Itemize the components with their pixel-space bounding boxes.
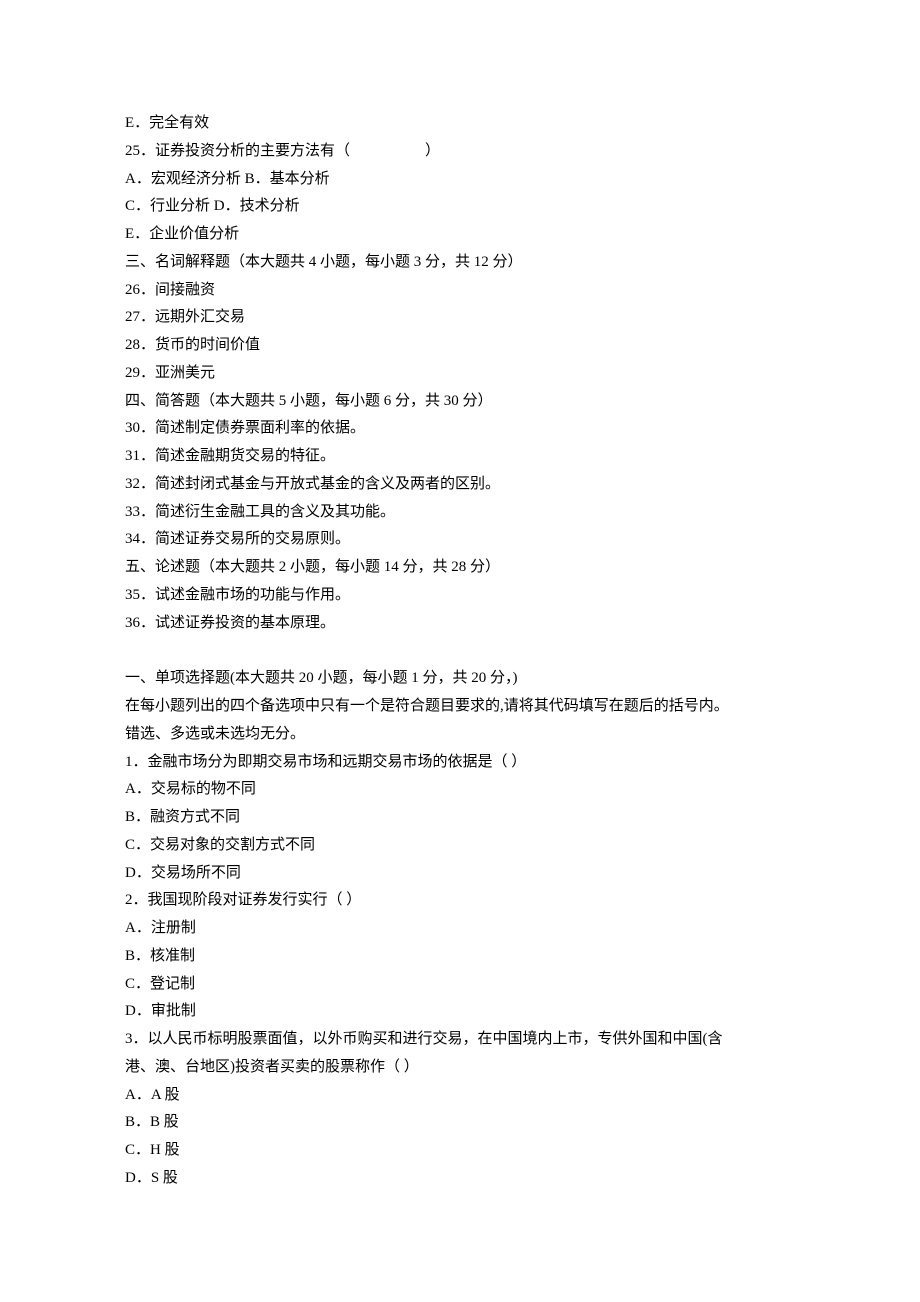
q2-option-a: A．注册制 (125, 915, 795, 943)
section-1-instructions-2: 错选、多选或未选均无分。 (125, 721, 795, 749)
section-4-header: 四、简答题（本大题共 5 小题，每小题 6 分，共 30 分） (125, 388, 795, 416)
q2-option-d: D．审批制 (125, 998, 795, 1026)
option-ab: A．宏观经济分析 B．基本分析 (125, 166, 795, 194)
q1-option-d: D．交易场所不同 (125, 860, 795, 888)
q1-option-a: A．交易标的物不同 (125, 776, 795, 804)
question-25: 25．证券投资分析的主要方法有（ ） (125, 138, 795, 166)
question-29: 29．亚洲美元 (125, 360, 795, 388)
section-3-header: 三、名词解释题（本大题共 4 小题，每小题 3 分，共 12 分） (125, 249, 795, 277)
question-36: 36．试述证券投资的基本原理。 (125, 610, 795, 638)
question-30: 30．简述制定债券票面利率的依据。 (125, 415, 795, 443)
question-32: 32．简述封闭式基金与开放式基金的含义及两者的区别。 (125, 471, 795, 499)
question-3-line1: 3．以人民币标明股票面值，以外币购买和进行交易，在中国境内上市，专供外国和中国(… (125, 1026, 795, 1054)
question-1: 1．金融市场分为即期交易市场和远期交易市场的依据是（ ） (125, 749, 795, 777)
question-33: 33．简述衍生金融工具的含义及其功能。 (125, 499, 795, 527)
q3-option-d: D．S 股 (125, 1165, 795, 1193)
question-34: 34．简述证券交易所的交易原则。 (125, 526, 795, 554)
q3-option-c: C．H 股 (125, 1137, 795, 1165)
question-27: 27．远期外汇交易 (125, 304, 795, 332)
question-2: 2．我国现阶段对证券发行实行（ ） (125, 887, 795, 915)
q1-option-c: C．交易对象的交割方式不同 (125, 832, 795, 860)
option-e: E．完全有效 (125, 110, 795, 138)
question-26: 26．间接融资 (125, 277, 795, 305)
option-e-2: E．企业价值分析 (125, 221, 795, 249)
q1-option-b: B．融资方式不同 (125, 804, 795, 832)
question-31: 31．简述金融期货交易的特征。 (125, 443, 795, 471)
section-1-header: 一、单项选择题(本大题共 20 小题，每小题 1 分，共 20 分，) (125, 665, 795, 693)
q2-option-c: C．登记制 (125, 971, 795, 999)
question-28: 28．货币的时间价值 (125, 332, 795, 360)
option-cd: C．行业分析 D．技术分析 (125, 193, 795, 221)
question-3-line2: 港、澳、台地区)投资者买卖的股票称作（ ） (125, 1054, 795, 1082)
q3-option-a: A．A 股 (125, 1082, 795, 1110)
section-5-header: 五、论述题（本大题共 2 小题，每小题 14 分，共 28 分） (125, 554, 795, 582)
section-spacer (125, 637, 795, 665)
q3-option-b: B．B 股 (125, 1109, 795, 1137)
question-35: 35．试述金融市场的功能与作用。 (125, 582, 795, 610)
q2-option-b: B．核准制 (125, 943, 795, 971)
section-1-instructions-1: 在每小题列出的四个备选项中只有一个是符合题目要求的,请将其代码填写在题后的括号内… (125, 693, 795, 721)
